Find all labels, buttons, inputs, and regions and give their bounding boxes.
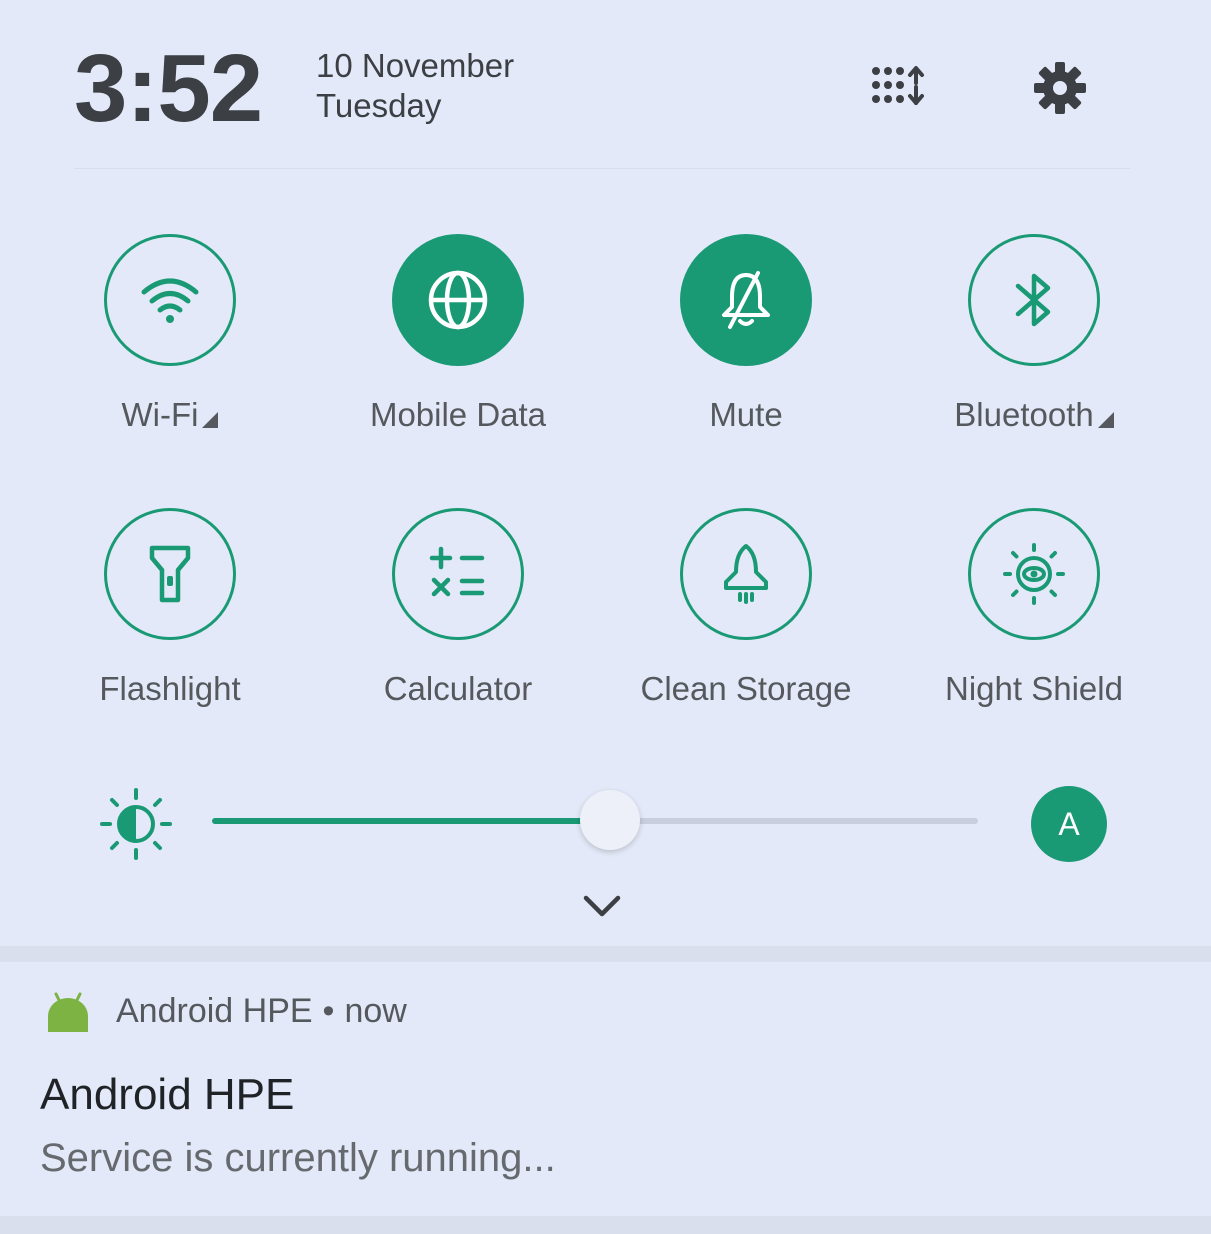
tile-mobile-data[interactable]: Mobile Data — [320, 234, 600, 474]
gear-icon — [1034, 62, 1086, 114]
notification-title: Android HPE — [40, 1070, 295, 1119]
notification-app-name: Android HPE — [116, 992, 313, 1030]
android-icon — [48, 992, 88, 1032]
globe-icon — [428, 270, 488, 330]
edit-tiles-icon — [872, 66, 924, 105]
tile-bluetooth[interactable]: Bluetooth — [896, 234, 1176, 474]
eye-sun-icon — [1003, 543, 1065, 605]
bluetooth-icon — [1015, 273, 1051, 327]
wifi-icon — [141, 278, 199, 323]
tile-night-shield-button[interactable] — [968, 508, 1100, 640]
rocket-icon — [724, 544, 768, 604]
date-display[interactable]: 10 November Tuesday — [316, 46, 514, 126]
tile-mobile-data-button[interactable] — [392, 234, 524, 366]
notification-header: Android HPE • now — [116, 992, 407, 1031]
tile-flashlight-button[interactable] — [104, 508, 236, 640]
tile-mute-label: Mute — [709, 396, 783, 433]
tile-bluetooth-label: Bluetooth — [896, 396, 1172, 434]
brightness-slider-thumb[interactable] — [580, 790, 640, 850]
tile-night-shield[interactable]: Night Shield — [896, 508, 1176, 748]
expand-corner-icon — [1097, 412, 1114, 428]
tile-clean-storage-button[interactable] — [680, 508, 812, 640]
header-divider — [74, 168, 1130, 169]
bell-off-icon — [722, 271, 770, 329]
notification-card[interactable]: Android HPE • now Android HPE Service is c… — [0, 962, 1211, 1216]
tile-clean-storage[interactable]: Clean Storage — [608, 508, 888, 748]
tile-night-shield-label: Night Shield — [945, 670, 1123, 707]
notification-separator: • — [322, 992, 335, 1030]
clock[interactable]: 3:52 — [74, 34, 263, 144]
tile-wifi-label: Wi-Fi — [32, 396, 308, 434]
tile-wifi-button[interactable] — [104, 234, 236, 366]
notification-bottom-edge — [0, 1216, 1211, 1234]
tile-wifi[interactable]: Wi-Fi — [32, 234, 312, 474]
notification-time: now — [344, 992, 407, 1030]
tile-flashlight[interactable]: Flashlight — [32, 508, 312, 748]
tile-calculator-label: Calculator — [383, 670, 533, 707]
notification-text: Service is currently running... — [40, 1136, 556, 1180]
flashlight-icon — [149, 545, 191, 603]
edit-tiles-button[interactable] — [866, 56, 930, 120]
tile-mute[interactable]: Mute — [608, 234, 888, 474]
tile-flashlight-label: Flashlight — [99, 670, 241, 707]
tile-mute-button[interactable] — [680, 234, 812, 366]
date-text: 10 November — [316, 47, 515, 84]
tile-calculator-button[interactable] — [392, 508, 524, 640]
brightness-icon — [100, 788, 172, 860]
brightness-slider-fill — [212, 818, 610, 824]
calculator-icon — [429, 546, 485, 597]
tile-mobile-data-label: Mobile Data — [369, 396, 547, 433]
tile-bluetooth-button[interactable] — [968, 234, 1100, 366]
settings-button[interactable] — [1028, 56, 1092, 120]
tile-calculator[interactable]: Calculator — [320, 508, 600, 748]
notification-divider — [0, 946, 1211, 962]
auto-brightness-button[interactable]: A — [1031, 786, 1107, 862]
chevron-down-icon[interactable] — [580, 886, 624, 926]
quick-settings-panel: 3:52 10 November Tuesday Wi-Fi Mobile Da… — [0, 0, 1211, 1234]
tile-clean-storage-label: Clean Storage — [640, 670, 852, 707]
day-text: Tuesday — [316, 87, 442, 124]
expand-corner-icon — [202, 412, 219, 428]
